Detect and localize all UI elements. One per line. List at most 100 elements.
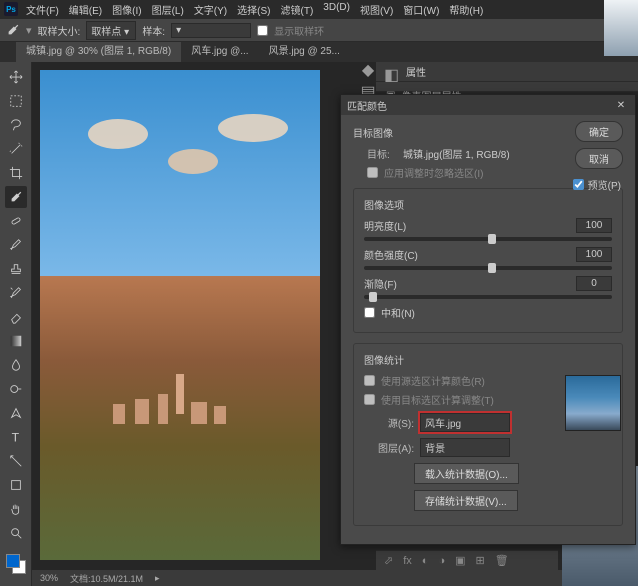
show-ring-checkbox[interactable]: [257, 25, 268, 36]
ignore-selection-label: 应用调整时忽略选区(I): [384, 165, 483, 180]
fill-adj-icon[interactable]: ◑: [438, 555, 445, 567]
layer-select[interactable]: 背景: [420, 438, 510, 457]
link-icon[interactable]: ⬀: [384, 554, 393, 567]
source-label: 源(S):: [378, 415, 414, 430]
adjustment-icon: ◧: [384, 65, 398, 79]
ignore-selection-checkbox: [367, 167, 378, 178]
foreground-color[interactable]: [6, 554, 20, 568]
load-stats-button[interactable]: 载入统计数据(O)...: [414, 463, 519, 484]
fx-icon[interactable]: fx: [403, 555, 412, 567]
neutralize-checkbox[interactable]: [364, 307, 375, 318]
neutralize-label: 中和(N): [381, 305, 415, 320]
options-bar: ▾ 取样大小: 取样点 ▾ 样本: ▾ 显示取样环: [0, 18, 638, 42]
dialog-title: 匹配颜色: [347, 98, 387, 113]
menu-help[interactable]: 帮助(H): [449, 2, 483, 17]
status-chevron-icon[interactable]: ▸: [155, 573, 160, 584]
dodge-tool[interactable]: [5, 378, 27, 400]
tab-doc-2[interactable]: 风车.jpg @...: [181, 42, 258, 62]
history-brush-tool[interactable]: [5, 282, 27, 304]
sample-size-select[interactable]: 取样点 ▾: [86, 21, 136, 40]
color-intensity-value[interactable]: 100: [576, 247, 612, 262]
group-icon[interactable]: ▣: [455, 554, 465, 567]
brush-tool[interactable]: [5, 234, 27, 256]
path-tool[interactable]: [5, 450, 27, 472]
lasso-tool[interactable]: [5, 114, 27, 136]
menu-filter[interactable]: 滤镜(T): [281, 2, 314, 17]
tab-doc-3[interactable]: 风景.jpg @ 25...: [259, 42, 350, 62]
color-intensity-row: 颜色强度(C) 100: [364, 247, 612, 270]
sample-type-select[interactable]: ▾: [171, 23, 251, 38]
properties-panel-header: ◧ 属性: [376, 62, 638, 82]
wand-tool[interactable]: [5, 138, 27, 160]
brightness-value[interactable]: 100: [576, 218, 612, 233]
source-selection-checkbox: [364, 375, 375, 386]
menu-edit[interactable]: 编辑(E): [69, 2, 102, 17]
trash-icon[interactable]: 🗑: [495, 554, 509, 567]
status-bar: 30% 文档:10.5M/21.1M ▸: [32, 570, 638, 586]
brightness-slider[interactable]: [364, 237, 612, 241]
menu-bar: 文件(F) 编辑(E) 图像(I) 图层(L) 文字(Y) 选择(S) 滤镜(T…: [26, 2, 483, 17]
menu-type[interactable]: 文字(Y): [194, 2, 227, 17]
preview-checkbox[interactable]: [573, 179, 584, 190]
menu-layer[interactable]: 图层(L): [152, 2, 184, 17]
stamp-tool[interactable]: [5, 258, 27, 280]
chevron-down-icon[interactable]: ▾: [26, 24, 32, 37]
crop-tool[interactable]: [5, 162, 27, 184]
move-tool[interactable]: [5, 66, 27, 88]
menu-window[interactable]: 窗口(W): [403, 2, 439, 17]
svg-text:T: T: [11, 430, 19, 444]
eyedropper-icon: [6, 23, 20, 37]
mask-icon[interactable]: ◐: [422, 555, 429, 567]
blur-tool[interactable]: [5, 354, 27, 376]
target-label: 目标:: [367, 146, 397, 161]
sample-size-label: 取样大小:: [38, 23, 81, 38]
image-options-title: 图像选项: [364, 197, 612, 212]
target-selection-checkbox: [364, 394, 375, 405]
menu-file[interactable]: 文件(F): [26, 2, 59, 17]
menu-image[interactable]: 图像(I): [112, 2, 141, 17]
eyedropper-tool[interactable]: [5, 186, 27, 208]
new-layer-icon[interactable]: ⊞: [476, 554, 485, 567]
image-options-group: 图像选项 明亮度(L) 100 颜色强度(C) 100 渐隐(F) 0: [353, 188, 623, 333]
color-intensity-slider[interactable]: [364, 266, 612, 270]
color-intensity-label: 颜色强度(C): [364, 247, 418, 262]
show-ring-label: 显示取样环: [274, 23, 324, 38]
ok-button[interactable]: 确定: [575, 121, 623, 142]
source-select[interactable]: 风车.jpg: [420, 413, 510, 432]
properties-title: 属性: [406, 64, 426, 79]
menu-select[interactable]: 选择(S): [237, 2, 270, 17]
app-logo: Ps: [4, 2, 18, 16]
zoom-tool[interactable]: [5, 522, 27, 544]
source-selection-label: 使用源选区计算颜色(R): [381, 373, 485, 388]
marquee-tool[interactable]: [5, 90, 27, 112]
target-selection-label: 使用目标选区计算调整(T): [381, 392, 494, 407]
eraser-tool[interactable]: [5, 306, 27, 328]
layers-panel-footer: ⬀ fx ◐ ◑ ▣ ⊞ 🗑: [376, 550, 558, 570]
gradient-tool[interactable]: [5, 330, 27, 352]
sample-type-label: 样本:: [142, 23, 165, 38]
cancel-button[interactable]: 取消: [575, 148, 623, 169]
target-value: 城镇.jpg(图层 1, RGB/8): [403, 146, 510, 161]
preview-checkbox-row: 预览(P): [573, 177, 621, 192]
zoom-level[interactable]: 30%: [40, 573, 58, 583]
fade-value[interactable]: 0: [576, 276, 612, 291]
fade-row: 渐隐(F) 0: [364, 276, 612, 299]
doc-size: 文档:10.5M/21.1M: [70, 572, 143, 585]
dialog-titlebar[interactable]: 匹配颜色 ✕: [341, 95, 635, 115]
pen-tool[interactable]: [5, 402, 27, 424]
image-stats-group: 图像统计 使用源选区计算颜色(R) 使用目标选区计算调整(T) 源(S): 风车…: [353, 343, 623, 526]
color-swatch[interactable]: [6, 554, 26, 574]
heal-tool[interactable]: [5, 210, 27, 232]
close-icon[interactable]: ✕: [613, 100, 629, 111]
tab-doc-1[interactable]: 城镇.jpg @ 30% (图层 1, RGB/8): [16, 42, 181, 62]
fade-slider[interactable]: [364, 295, 612, 299]
shape-tool[interactable]: [5, 474, 27, 496]
type-tool[interactable]: T: [5, 426, 27, 448]
hand-tool[interactable]: [5, 498, 27, 520]
save-stats-button[interactable]: 存储统计数据(V)...: [414, 490, 518, 511]
menu-view[interactable]: 视图(V): [360, 2, 393, 17]
canvas-image: [40, 70, 320, 560]
menu-3d[interactable]: 3D(D): [323, 2, 350, 17]
source-preview-thumbnail: [565, 375, 621, 431]
panel-icon-1[interactable]: ◆: [360, 62, 376, 78]
